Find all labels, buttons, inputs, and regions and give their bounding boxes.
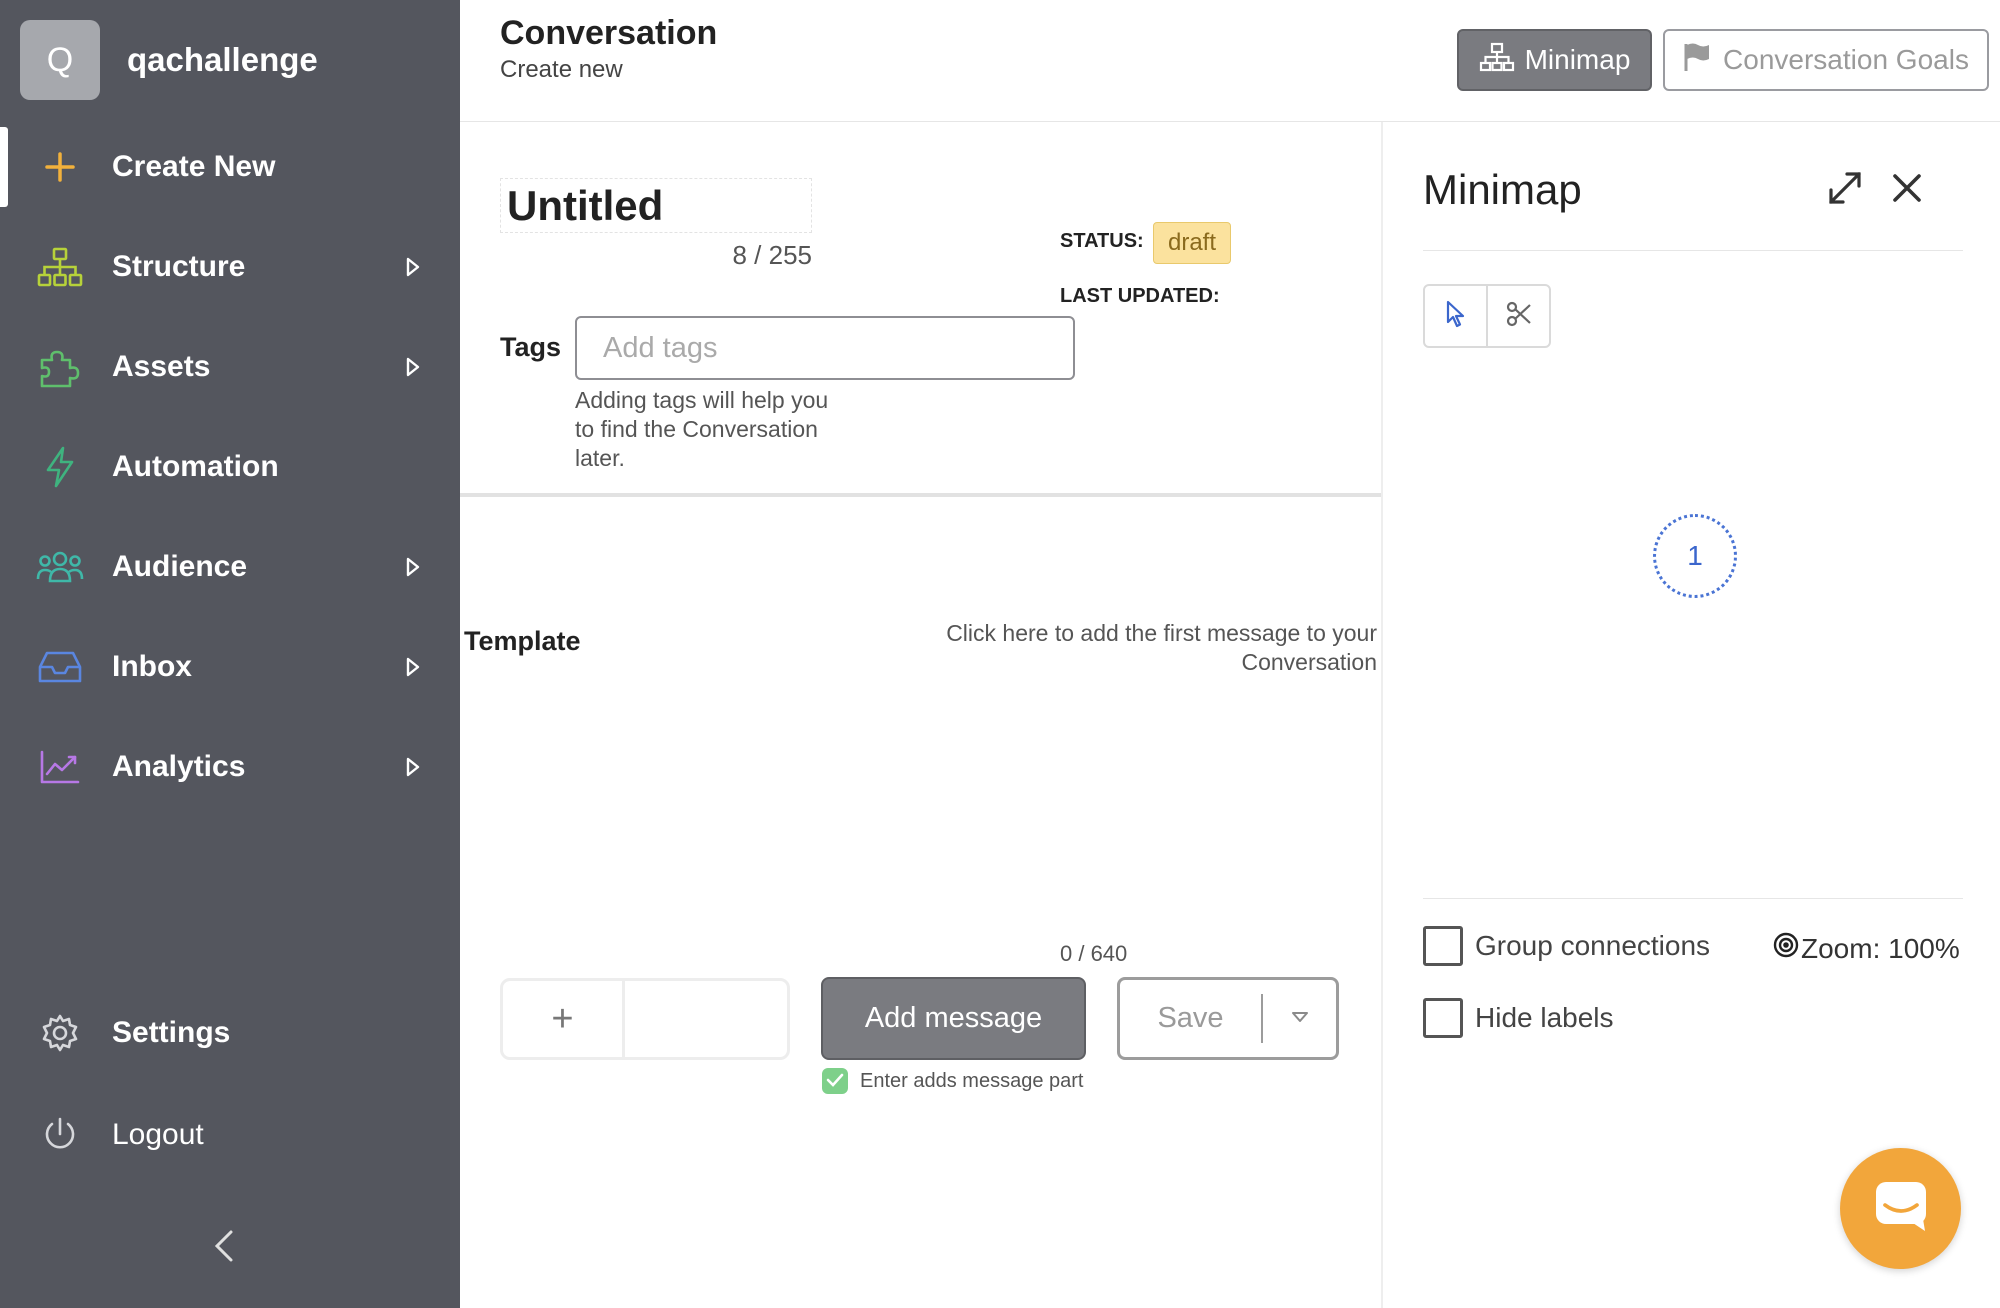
pointer-icon [1444, 300, 1468, 333]
workspace-avatar: Q [20, 20, 100, 100]
tags-label: Tags [500, 332, 562, 362]
sidebar-item-label: Analytics [112, 750, 246, 783]
tags-help-text: Adding tags will help you to find the Co… [575, 387, 829, 471]
status-badge: draft [1153, 222, 1231, 264]
zoom-indicator: Zoom: 100% [1773, 932, 1960, 965]
sidebar-item-label: Logout [112, 1118, 204, 1151]
page-subtitle: Create new [500, 56, 623, 83]
enter-adds-part-checkbox[interactable] [822, 1068, 848, 1094]
page-title: Conversation [500, 14, 718, 52]
check-icon [826, 1070, 844, 1093]
gear-icon [36, 1009, 84, 1057]
sidebar-item-label: Settings [112, 1016, 231, 1049]
panel-divider [1423, 250, 1963, 251]
puzzle-icon [36, 343, 84, 391]
minimap-title: Minimap [1423, 166, 1582, 213]
message-char-count: 0 / 640 [1060, 941, 1128, 966]
chevron-right-icon [406, 757, 420, 782]
sidebar-item-logout[interactable]: Logout [0, 1095, 460, 1175]
save-button[interactable]: Save [1120, 994, 1263, 1043]
chart-icon [36, 743, 84, 791]
save-button-group: Save [1117, 977, 1339, 1060]
sidebar-item-create-new[interactable]: Create New [0, 127, 460, 207]
tags-input[interactable] [575, 316, 1075, 380]
scissors-icon [1505, 300, 1533, 333]
message-input[interactable] [625, 981, 787, 1057]
sidebar-item-audience[interactable]: Audience [0, 527, 460, 607]
conversation-title-input[interactable]: Untitled [500, 178, 812, 233]
close-button[interactable] [1885, 168, 1929, 212]
minimap-node[interactable]: 1 [1653, 514, 1737, 598]
sidebar-item-analytics[interactable]: Analytics [0, 727, 460, 807]
add-first-message-area[interactable]: Click here to add the first message to y… [900, 619, 1377, 683]
sidebar-item-assets[interactable]: Assets [0, 327, 460, 407]
chevron-right-icon [406, 357, 420, 382]
power-icon [36, 1111, 84, 1159]
workspace-switcher[interactable]: Q qachallenge [20, 20, 318, 100]
save-options-dropdown[interactable] [1263, 980, 1336, 1057]
message-composer: + [500, 978, 790, 1060]
collapse-sidebar-button[interactable] [204, 1228, 244, 1268]
template-label: Template [464, 626, 581, 656]
sitemap-icon [36, 243, 84, 291]
zoom-level: Zoom: 100% [1801, 932, 1960, 964]
target-icon [1773, 932, 1799, 965]
group-connections-label: Group connections [1475, 930, 1711, 961]
sidebar-item-structure[interactable]: Structure [0, 227, 460, 307]
minimap-toggle-button[interactable]: Minimap [1457, 29, 1652, 91]
plus-icon [36, 143, 84, 191]
lightning-icon [36, 443, 84, 491]
sidebar-item-label: Assets [112, 350, 211, 383]
add-message-part-button[interactable]: + [503, 981, 625, 1057]
workspace-name: qachallenge [127, 41, 318, 78]
minimap-button-label: Minimap [1524, 44, 1631, 75]
page-header: Conversation Create new Minimap Conversa… [460, 0, 2000, 122]
enter-adds-part-label: Enter adds message part [860, 1069, 1084, 1092]
chat-icon [1873, 1179, 1929, 1238]
expand-icon [1825, 168, 1865, 213]
add-message-button[interactable]: Add message [821, 977, 1086, 1060]
group-connections-checkbox[interactable] [1423, 926, 1463, 966]
sidebar-item-label: Inbox [112, 650, 192, 683]
minimap-tools [1423, 284, 1551, 348]
users-icon [36, 543, 84, 591]
status-label: STATUS: [1060, 230, 1144, 252]
inbox-icon [36, 643, 84, 691]
panel-divider [1423, 898, 1963, 899]
sidebar-item-automation[interactable]: Automation [0, 427, 460, 507]
sidebar-item-label: Audience [112, 550, 248, 583]
sidebar-item-label: Structure [112, 250, 246, 283]
select-tool-button[interactable] [1425, 286, 1486, 346]
close-icon [1892, 173, 1922, 208]
hide-labels-checkbox[interactable] [1423, 998, 1463, 1038]
flag-icon [1683, 42, 1711, 79]
sidebar-item-settings[interactable]: Settings [0, 993, 460, 1073]
cut-tool-button[interactable] [1486, 286, 1549, 346]
enter-adds-part-option: Enter adds message part [822, 1068, 1083, 1094]
sidebar-item-label: Automation [112, 450, 279, 483]
conversation-editor: Untitled 8 / 255 STATUS: draft LAST UPDA… [460, 122, 1381, 1308]
sidebar-item-inbox[interactable]: Inbox [0, 627, 460, 707]
chevron-right-icon [406, 257, 420, 282]
hide-labels-option[interactable]: Hide labels [1423, 998, 1614, 1038]
chevron-down-icon [1291, 1010, 1309, 1028]
title-char-count: 8 / 255 [732, 240, 812, 270]
sitemap-icon [1479, 42, 1515, 79]
goals-button-label: Conversation Goals [1723, 44, 1969, 75]
group-connections-option[interactable]: Group connections [1423, 926, 1710, 966]
chevron-right-icon [406, 657, 420, 682]
sidebar-item-label: Create New [112, 150, 276, 183]
expand-button[interactable] [1823, 168, 1867, 212]
last-updated-label: LAST UPDATED: [1060, 285, 1220, 307]
minimap-panel: Minimap 1 Group connections Zoom: 100% H… [1381, 122, 2000, 1308]
hide-labels-label: Hide labels [1475, 1002, 1614, 1033]
chevron-right-icon [406, 557, 420, 582]
conversation-goals-button[interactable]: Conversation Goals [1663, 29, 1989, 91]
chevron-left-icon [214, 1229, 234, 1268]
section-divider [460, 493, 1381, 497]
sidebar: Q qachallenge Create New Structure Asset… [0, 0, 460, 1308]
chat-widget-button[interactable] [1840, 1148, 1961, 1269]
